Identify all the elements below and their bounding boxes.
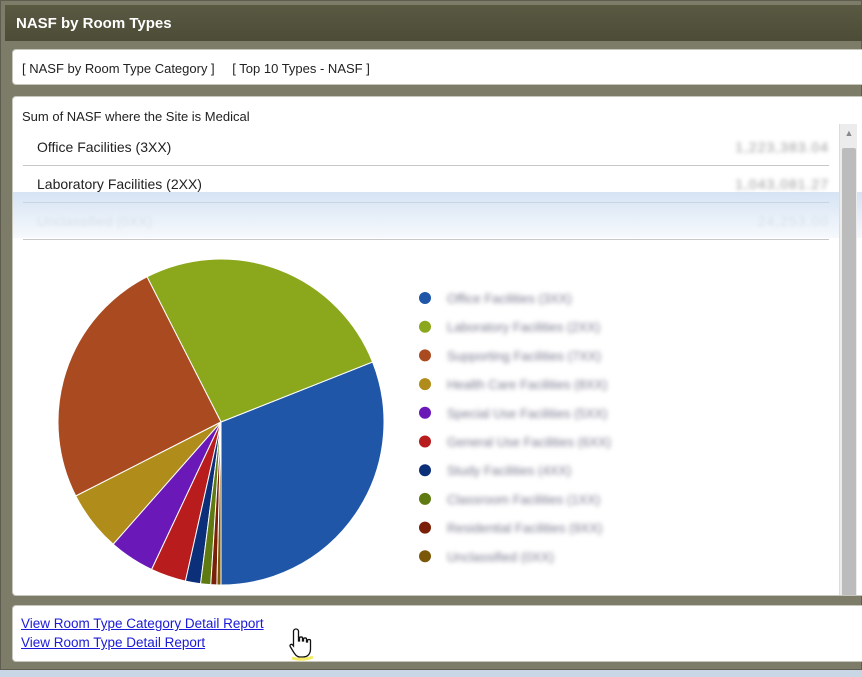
scroll-thumb[interactable] [842, 148, 856, 595]
legend-label: Unclassified (0XX) [447, 549, 554, 564]
vertical-scrollbar[interactable]: ▲ [839, 124, 858, 595]
legend-label: Health Care Facilities (8XX) [447, 377, 607, 392]
row-label: Unclassified (0XX) [37, 213, 153, 229]
tab-bar: [ NASF by Room Type Category ] [ Top 10 … [12, 49, 862, 85]
legend-marker [419, 292, 431, 304]
category-detail-report-link[interactable]: View Room Type Category Detail Report [21, 614, 862, 633]
row-value: 24,253.00 [757, 213, 829, 229]
row-value: 1,223,383.04 [735, 139, 829, 155]
legend-marker [419, 320, 431, 333]
legend-marker [419, 492, 431, 505]
row-label: Laboratory Facilities (2XX) [37, 176, 202, 192]
tab-top-10-types[interactable]: [ Top 10 Types - NASF ] [232, 61, 370, 76]
report-links: View Room Type Category Detail Report Vi… [12, 605, 862, 662]
tab-room-type-category[interactable]: [ NASF by Room Type Category ] [22, 61, 215, 76]
legend-label: Special Use Facilities (5XX) [447, 406, 607, 421]
row-label: Office Facilities (3XX) [37, 139, 172, 155]
panel-title: NASF by Room Types [5, 5, 862, 41]
legend-label: Study Facilities (4XX) [447, 463, 571, 478]
data-list: Office Facilities (3XX) 1,223,383.04 Lab… [23, 129, 829, 240]
scroll-up-icon[interactable]: ▲ [840, 124, 858, 142]
legend-label: Laboratory Facilities (2XX) [447, 320, 600, 335]
content-area: Office Facilities (3XX) Laboratory Facili… [12, 96, 862, 596]
type-detail-report-link[interactable]: View Room Type Detail Report [21, 633, 862, 652]
legend-label: Classroom Facilities (1XX) [447, 492, 600, 507]
legend-label: Residential Facilities (9XX) [447, 521, 602, 536]
data-row-laboratory[interactable]: Laboratory Facilities (2XX) 1,043,081.27 [23, 166, 829, 203]
legend-marker [419, 406, 431, 419]
legend-marker [419, 435, 431, 448]
data-row-unclassified[interactable]: Unclassified (0XX) 24,253.00 [23, 203, 829, 240]
legend-label: General Use Facilities (6XX) [447, 435, 611, 450]
nasf-panel: NASF by Room Types [ NASF by Room Type C… [0, 0, 862, 670]
content-title: Sum of NASF where the Site is Medical [22, 109, 250, 124]
hand-cursor-icon [289, 628, 314, 661]
row-value: 1,043,081.27 [735, 176, 829, 192]
legend-marker [419, 521, 431, 534]
data-row-office[interactable]: Office Facilities (3XX) 1,223,383.04 [23, 129, 829, 166]
legend-label: Office Facilities (3XX) [447, 291, 572, 306]
legend-marker [419, 378, 431, 391]
legend-marker [419, 464, 431, 477]
legend-marker [419, 349, 431, 362]
legend-label: Supporting Facilities (7XX) [447, 348, 601, 363]
legend-marker [419, 550, 431, 563]
